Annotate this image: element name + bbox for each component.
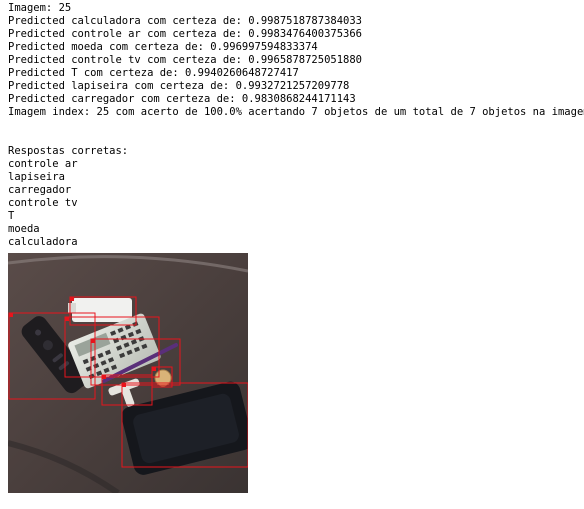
- answer-item: controle ar: [8, 158, 78, 170]
- notebook-output: Imagem: 25 Predicted calculadora com cer…: [8, 2, 584, 249]
- detection-photo-svg: [8, 253, 248, 493]
- summary-line: Imagem index: 25 com acerto de 100.0% ac…: [8, 106, 584, 118]
- prediction-line: Predicted controle ar com certeza de: 0.…: [8, 28, 363, 40]
- coin-object: [154, 369, 172, 387]
- answer-item: T: [8, 210, 15, 222]
- prediction-line: Predicted carregador com certeza de: 0.9…: [8, 93, 356, 105]
- answers-title: Respostas corretas:: [8, 145, 129, 157]
- prediction-line: Predicted controle tv com certeza de: 0.…: [8, 54, 363, 66]
- prediction-line: Predicted calculadora com certeza de: 0.…: [8, 15, 363, 27]
- detection-image: [8, 253, 248, 493]
- charger-object: [72, 298, 132, 322]
- charger-plug: [68, 303, 76, 313]
- answer-item: calculadora: [8, 236, 78, 248]
- blank-lines: [8, 119, 584, 145]
- prediction-line: Predicted moeda com certeza de: 0.996997…: [8, 41, 318, 53]
- prediction-line: Predicted T com certeza de: 0.9940260648…: [8, 67, 299, 79]
- answer-item: moeda: [8, 223, 40, 235]
- prediction-line: Predicted lapiseira com certeza de: 0.99…: [8, 80, 350, 92]
- answer-item: carregador: [8, 184, 72, 196]
- answer-item: controle tv: [8, 197, 78, 209]
- image-header: Imagem: 25: [8, 2, 72, 14]
- answer-item: lapiseira: [8, 171, 65, 183]
